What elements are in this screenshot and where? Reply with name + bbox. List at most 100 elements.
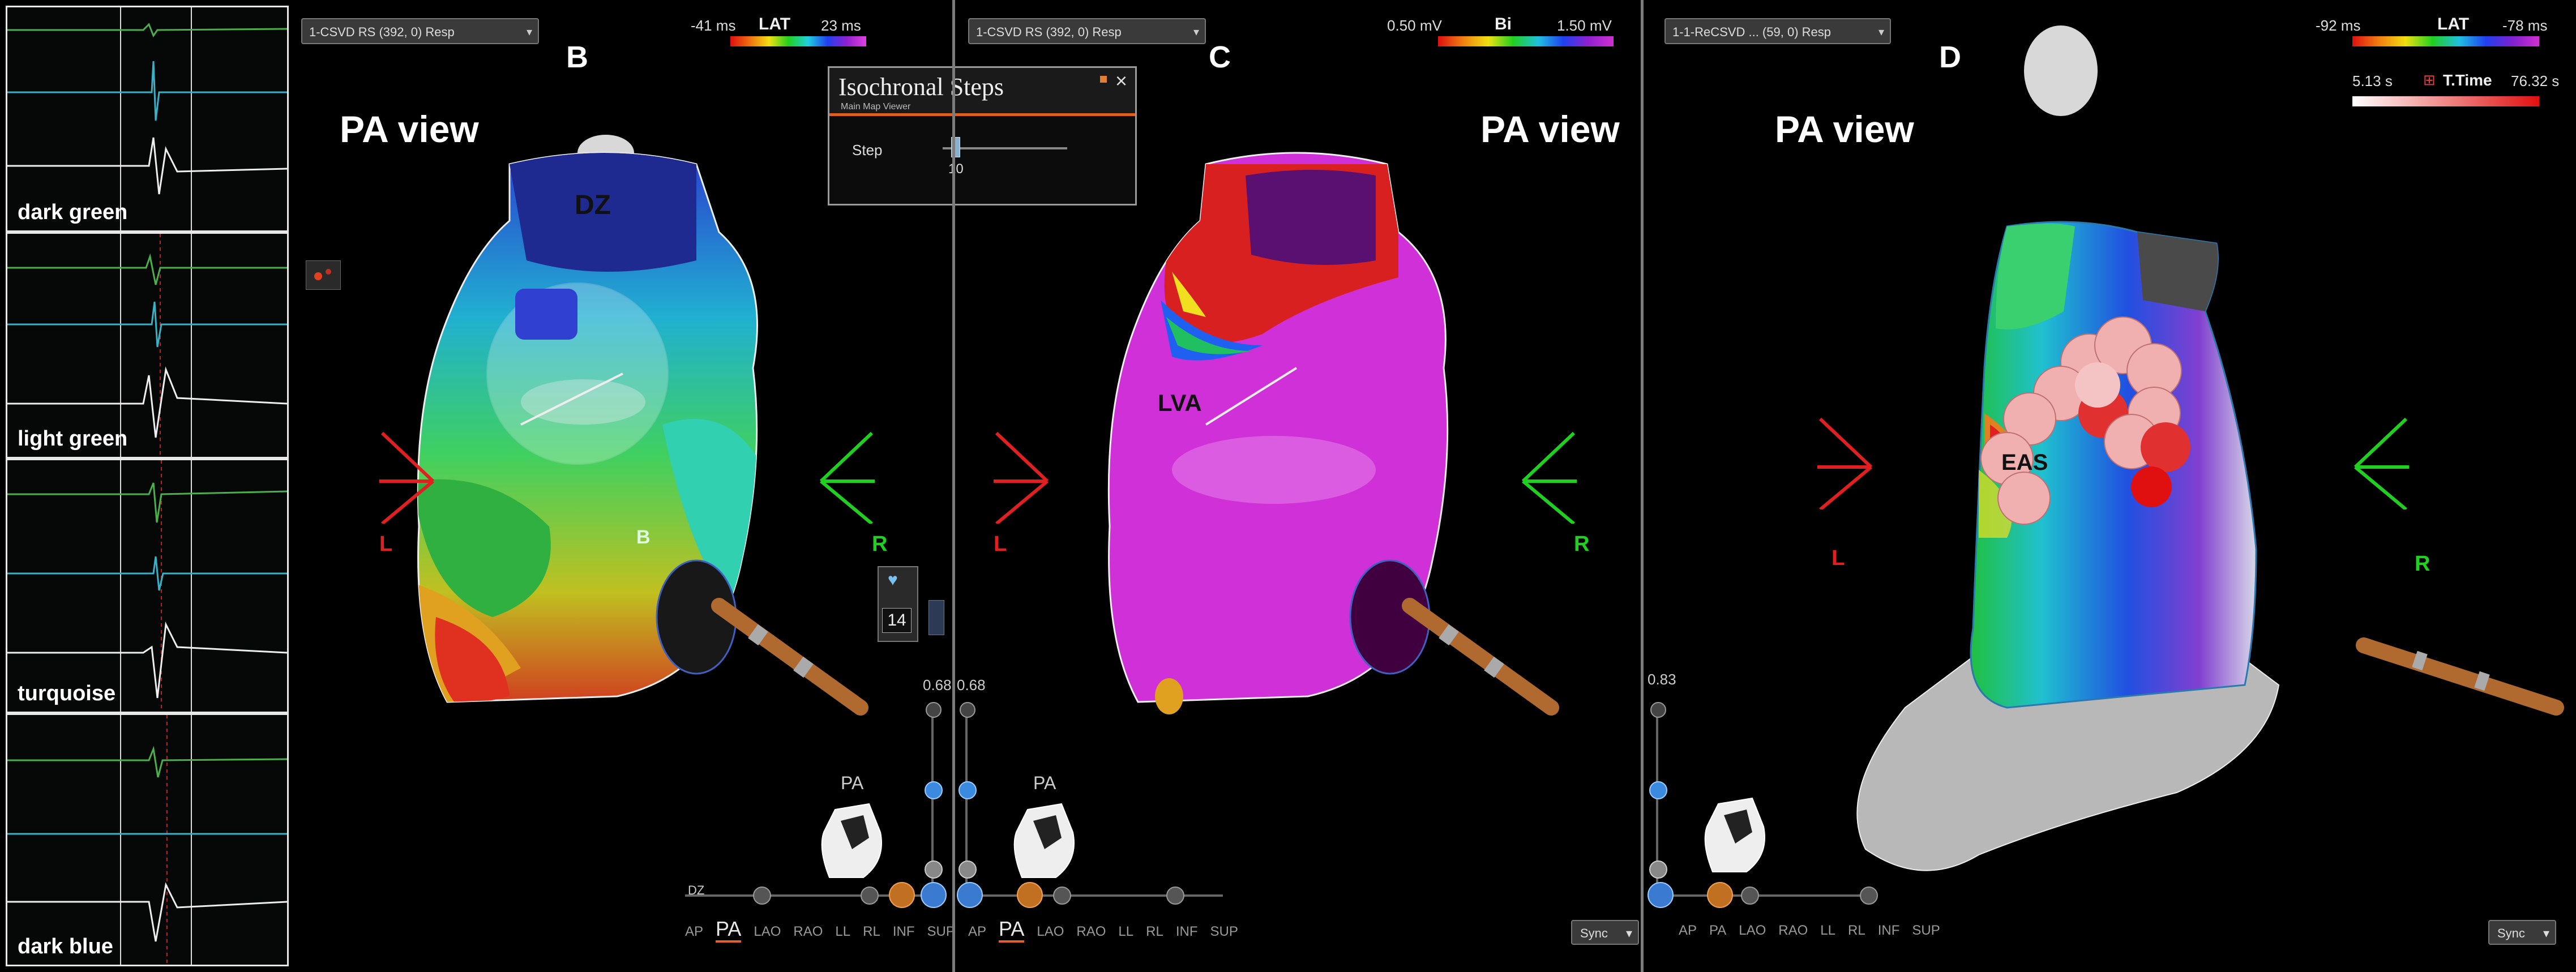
nav-rao[interactable]: RAO	[1778, 923, 1808, 938]
sync-dropdown[interactable]: Sync ▾	[2488, 920, 2556, 945]
view-label: PA view	[1775, 108, 1914, 150]
scale-max: 23 ms	[821, 17, 861, 34]
map-select-label: 1-CSVD RS (392, 0) Resp	[976, 25, 1122, 39]
nav-pa[interactable]: PA	[999, 917, 1025, 943]
orientation-heart-icon[interactable]	[818, 798, 886, 883]
nav-sup[interactable]: SUP	[1912, 923, 1940, 938]
view-orientation-nav: AP PA LAO RAO LL RL INF SUP	[968, 917, 1251, 943]
slider-top-button[interactable]	[1650, 702, 1666, 718]
orientation-heart-icon[interactable]	[1701, 793, 1769, 877]
nav-ap[interactable]: AP	[1679, 923, 1697, 938]
window-subtitle: Main Map Viewer	[841, 102, 911, 112]
map-slider-knob[interactable]	[1741, 887, 1759, 905]
nav-inf[interactable]: INF	[1176, 924, 1198, 939]
opacity-slider-thumb[interactable]	[1649, 781, 1667, 799]
nav-ll[interactable]: LL	[1118, 924, 1133, 939]
stepper-value[interactable]: 14	[882, 608, 912, 633]
egm-strip-dark-blue: dark blue	[6, 713, 289, 966]
map-slider-right-button[interactable]	[1166, 887, 1184, 905]
stepper-arrows[interactable]	[928, 600, 944, 635]
map-slider-blue-button[interactable]	[1648, 882, 1674, 908]
map-slider-track[interactable]	[974, 894, 1223, 897]
nav-lao[interactable]: LAO	[1037, 924, 1064, 939]
nav-inf[interactable]: INF	[1878, 923, 1900, 938]
slider-bottom-button[interactable]	[925, 860, 943, 879]
opacity-value: 0.83	[1648, 671, 1676, 688]
lva-label: LVA	[1158, 389, 1202, 416]
ttime-title: T.Time	[2443, 71, 2492, 89]
nav-lao[interactable]: LAO	[1739, 923, 1766, 938]
nav-sup[interactable]: SUP	[927, 924, 955, 939]
map-slider-left-button[interactable]	[753, 887, 771, 905]
reference-sphere	[2024, 25, 2098, 116]
nav-rl[interactable]: RL	[863, 924, 880, 939]
nav-ll[interactable]: LL	[835, 924, 850, 939]
catheter-icon	[711, 598, 868, 716]
nav-rao[interactable]: RAO	[1076, 924, 1106, 939]
nav-sup[interactable]: SUP	[1210, 924, 1238, 939]
slider-bottom-button[interactable]	[1649, 860, 1667, 879]
panel-d: 1-1-ReCSVD ... (59, 0) Resp ▾ D PA view …	[1645, 0, 2573, 972]
map-slider-track[interactable]	[1667, 894, 1877, 897]
nav-inf[interactable]: INF	[893, 924, 915, 939]
egm-traces	[7, 715, 287, 965]
nav-pa[interactable]: PA	[716, 917, 742, 943]
map-select-dropdown[interactable]: 1-CSVD RS (392, 0) Resp ▾	[968, 18, 1206, 44]
left-direction-label: L	[1832, 546, 1845, 570]
nav-pa[interactable]: PA	[1709, 923, 1726, 938]
b-point-label: B	[636, 526, 651, 548]
egm-strip-turquoise: turquoise	[6, 459, 289, 713]
map-slider-orange-button[interactable]	[1707, 882, 1733, 908]
view-label: PA view	[1480, 108, 1620, 150]
nav-rl[interactable]: RL	[1848, 923, 1865, 938]
chevron-down-icon: ▾	[1625, 926, 1632, 940]
scale-max: -78 ms	[2502, 17, 2548, 34]
sync-dropdown[interactable]: Sync ▾	[1571, 920, 1639, 945]
right-direction-arrow	[819, 431, 875, 524]
scale-min: -41 ms	[691, 17, 736, 34]
map-select-dropdown[interactable]: 1-1-ReCSVD ... (59, 0) Resp ▾	[1664, 18, 1891, 44]
nav-ap[interactable]: AP	[685, 924, 703, 939]
map-slider-knob[interactable]	[861, 887, 879, 905]
scale-title: LAT	[759, 15, 791, 33]
scale-title: LAT	[2437, 15, 2470, 33]
map-select-label: 1-CSVD RS (392, 0) Resp	[309, 25, 455, 39]
ttime-min: 5.13 s	[2352, 72, 2393, 89]
view-orientation-nav: AP PA LAO RAO LL RL INF SUP	[1679, 923, 1953, 939]
opacity-value: 0.68	[923, 676, 952, 693]
orientation-heart-icon[interactable]	[1011, 798, 1079, 883]
map-slider-blue-button[interactable]	[957, 882, 983, 908]
lat-color-bar	[730, 36, 866, 46]
nav-rao[interactable]: RAO	[793, 924, 823, 939]
panel-c: 1-CSVD RS (392, 0) Resp ▾ C PA view 0.50…	[957, 0, 1639, 972]
nav-ap[interactable]: AP	[968, 924, 986, 939]
eas-label: EAS	[2001, 450, 2048, 475]
map-slider-blue-button[interactable]	[921, 882, 947, 908]
point-stepper[interactable]: ♥ 14	[878, 566, 918, 642]
slider-top-button[interactable]	[960, 702, 975, 718]
map-slider-orange-button[interactable]	[889, 882, 915, 908]
nav-lao[interactable]: LAO	[754, 924, 781, 939]
left-direction-label: L	[994, 532, 1007, 556]
map-slider-right-button[interactable]	[1860, 887, 1878, 905]
egm-strip-dark-green: dark green	[6, 6, 289, 232]
right-direction-label: R	[2415, 552, 2430, 576]
map-slider-orange-button[interactable]	[1017, 882, 1043, 908]
egm-traces	[7, 234, 287, 457]
strip-label: dark green	[18, 200, 128, 224]
right-direction-arrow	[1521, 431, 1577, 524]
chevron-down-icon: ▾	[526, 26, 532, 38]
slider-bottom-button[interactable]	[958, 860, 977, 879]
panel-divider	[952, 0, 955, 972]
egm-strip-light-green: light green	[6, 232, 289, 459]
marker-tool-icon[interactable]	[306, 260, 341, 290]
slider-top-button[interactable]	[926, 702, 942, 718]
chevron-down-icon: ▾	[1878, 26, 1884, 38]
map-select-dropdown[interactable]: 1-CSVD RS (392, 0) Resp ▾	[301, 18, 539, 44]
voltage-map	[1107, 152, 1449, 714]
nav-ll[interactable]: LL	[1820, 923, 1835, 938]
nav-rl[interactable]: RL	[1146, 924, 1163, 939]
opacity-slider-thumb[interactable]	[925, 781, 943, 799]
map-slider-knob[interactable]	[1053, 887, 1071, 905]
opacity-slider-thumb[interactable]	[958, 781, 977, 799]
